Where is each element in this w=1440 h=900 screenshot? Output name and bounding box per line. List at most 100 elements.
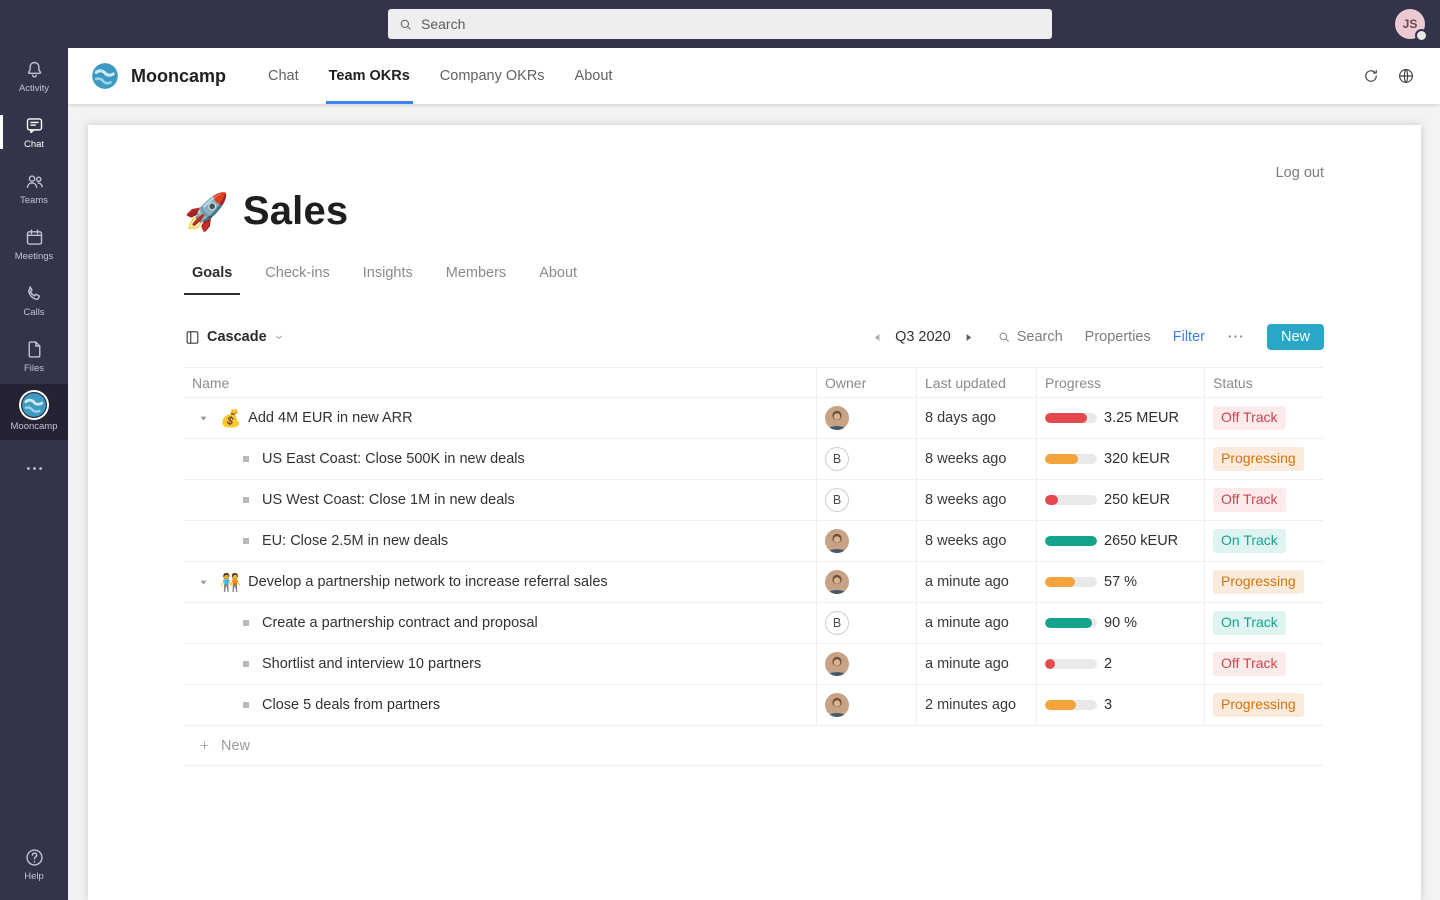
last-updated-cell: 8 weeks ago (916, 480, 1036, 520)
status-cell: Off Track (1204, 644, 1324, 684)
goal-name[interactable]: Shortlist and interview 10 partners (262, 656, 481, 672)
app-title: Mooncamp (131, 66, 226, 87)
rail-item-chat[interactable]: Chat (0, 104, 68, 160)
goal-name[interactable]: US West Coast: Close 1M in new deals (262, 492, 515, 508)
okr-page-card: Log out 🚀 Sales GoalsCheck-insInsightsMe… (88, 125, 1421, 900)
table-row[interactable]: 💰Add 4M EUR in new ARR8 days ago3.25 MEU… (184, 398, 1324, 439)
rail-item-mooncamp[interactable]: Mooncamp (0, 384, 68, 440)
logout-link[interactable]: Log out (1276, 165, 1324, 181)
search-icon (398, 17, 413, 32)
last-updated-cell: a minute ago (916, 644, 1036, 684)
next-period-button[interactable] (962, 331, 975, 344)
status-cell: Progressing (1204, 685, 1324, 725)
period-label: Q3 2020 (895, 329, 951, 345)
column-header-status: Status (1204, 368, 1324, 397)
rail-item-help[interactable]: Help (0, 836, 68, 892)
collapse-toggle-icon[interactable] (198, 577, 209, 588)
app-header: Mooncamp ChatTeam OKRsCompany OKRsAbout (68, 48, 1440, 104)
goal-emoji: 💰 (220, 410, 241, 427)
rail-item-teams[interactable]: Teams (0, 160, 68, 216)
status-cell: On Track (1204, 603, 1324, 643)
progress-value: 2 (1104, 656, 1112, 672)
page-tab-about[interactable]: About (531, 265, 585, 295)
app-tab-team-okrs[interactable]: Team OKRs (314, 48, 425, 104)
view-selector[interactable]: Cascade (184, 329, 285, 346)
goal-name-cell: Shortlist and interview 10 partners (184, 644, 816, 684)
owner-cell (816, 562, 916, 602)
progress-value: 3.25 MEUR (1104, 410, 1179, 426)
rail-item-more[interactable] (0, 440, 68, 496)
app-tab-company-okrs[interactable]: Company OKRs (425, 48, 560, 104)
table-row[interactable]: EU: Close 2.5M in new deals8 weeks ago26… (184, 521, 1324, 562)
progress-cell: 2 (1036, 644, 1204, 684)
last-updated-cell: a minute ago (916, 603, 1036, 643)
owner-avatar: B (825, 447, 849, 471)
progress-bar (1045, 618, 1097, 628)
rail-item-activity[interactable]: Activity (0, 48, 68, 104)
rail-item-label: Calls (23, 307, 44, 318)
rail-item-files[interactable]: Files (0, 328, 68, 384)
chat-icon (24, 115, 45, 136)
owner-avatar (825, 570, 849, 594)
progress-bar-fill (1045, 495, 1058, 505)
rail-item-meetings[interactable]: Meetings (0, 216, 68, 272)
progress-bar (1045, 413, 1097, 423)
progress-bar-fill (1045, 413, 1087, 423)
app-tab-about[interactable]: About (560, 48, 628, 104)
page-tab-members[interactable]: Members (438, 265, 514, 295)
owner-cell: B (816, 603, 916, 643)
goal-name[interactable]: Create a partnership contract and propos… (262, 615, 538, 631)
table-row[interactable]: Close 5 deals from partners2 minutes ago… (184, 685, 1324, 726)
progress-bar-fill (1045, 454, 1078, 464)
globe-icon[interactable] (1397, 67, 1415, 85)
table-header-row: NameOwnerLast updatedProgressStatus (184, 367, 1324, 398)
last-updated-cell: 8 weeks ago (916, 439, 1036, 479)
table-row[interactable]: US West Coast: Close 1M in new dealsB8 w… (184, 480, 1324, 521)
rail-item-label: Files (24, 363, 44, 374)
progress-cell: 2650 kEUR (1036, 521, 1204, 561)
progress-cell: 250 kEUR (1036, 480, 1204, 520)
goal-name-cell: US East Coast: Close 500K in new deals (184, 439, 816, 479)
app-tab-chat[interactable]: Chat (253, 48, 314, 104)
prev-period-button[interactable] (871, 331, 884, 344)
status-cell: On Track (1204, 521, 1324, 561)
owner-avatar: B (825, 611, 849, 635)
new-goal-row[interactable]: New (184, 726, 1324, 766)
refresh-icon[interactable] (1362, 67, 1380, 85)
filter-button[interactable]: Filter (1173, 329, 1205, 345)
more-options-button[interactable]: ⋯ (1227, 327, 1245, 347)
bullet-icon (243, 456, 249, 462)
goal-name[interactable]: Develop a partnership network to increas… (248, 574, 607, 590)
goal-emoji: 🧑‍🤝‍🧑 (220, 574, 241, 591)
user-avatar[interactable]: JS (1395, 9, 1425, 39)
column-header-owner: Owner (816, 368, 916, 397)
owner-cell: B (816, 439, 916, 479)
progress-cell: 90 % (1036, 603, 1204, 643)
progress-value: 320 kEUR (1104, 451, 1170, 467)
status-cell: Off Track (1204, 398, 1324, 438)
rail-item-calls[interactable]: Calls (0, 272, 68, 328)
bullet-icon (243, 702, 249, 708)
goal-name[interactable]: US East Coast: Close 500K in new deals (262, 451, 525, 467)
progress-bar-fill (1045, 577, 1075, 587)
table-row[interactable]: Create a partnership contract and propos… (184, 603, 1324, 644)
table-row[interactable]: 🧑‍🤝‍🧑 Develop a partnership network to in… (184, 562, 1324, 603)
properties-button[interactable]: Properties (1085, 329, 1151, 345)
table-row[interactable]: Shortlist and interview 10 partners a min… (184, 644, 1324, 685)
goal-name-cell: US West Coast: Close 1M in new deals (184, 480, 816, 520)
page-tab-check-ins[interactable]: Check-ins (257, 265, 337, 295)
table-search-button[interactable]: Search (997, 329, 1063, 345)
bullet-icon (243, 661, 249, 667)
search-input[interactable]: Search (388, 9, 1052, 39)
status-badge: Off Track (1213, 652, 1286, 676)
table-row[interactable]: US East Coast: Close 500K in new deals B 8… (184, 439, 1324, 480)
goal-name[interactable]: Close 5 deals from partners (262, 697, 440, 713)
status-badge: Progressing (1213, 570, 1304, 594)
goal-name[interactable]: EU: Close 2.5M in new deals (262, 533, 448, 549)
new-button[interactable]: New (1267, 324, 1324, 350)
help-icon (24, 847, 45, 868)
collapse-toggle-icon[interactable] (198, 413, 209, 424)
goal-name[interactable]: Add 4M EUR in new ARR (248, 410, 412, 426)
page-tab-insights[interactable]: Insights (355, 265, 421, 295)
page-tab-goals[interactable]: Goals (184, 265, 240, 295)
